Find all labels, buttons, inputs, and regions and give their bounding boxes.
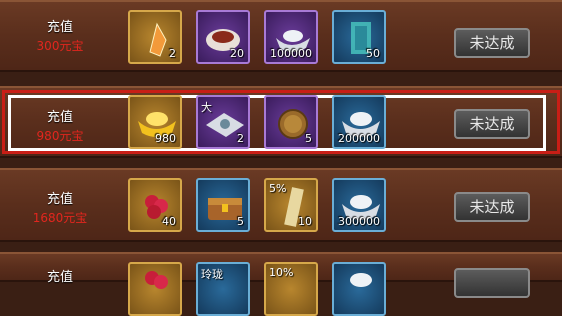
reward-item-orange-crystal[interactable]: 2 <box>128 10 182 64</box>
claim-button[interactable] <box>454 268 530 298</box>
row-label: 充值 <box>14 266 106 285</box>
item-quantity: 40 <box>162 215 176 228</box>
claim-button[interactable]: 未达成 <box>454 192 530 222</box>
recharge-amount: 1680元宝 <box>32 211 88 225</box>
row-label: 充值 980元宝 <box>14 106 106 144</box>
item-quantity: 300000 <box>338 215 380 228</box>
reward-item-bronze-coin[interactable]: 5 <box>264 95 318 149</box>
row-label: 充值 300元宝 <box>14 16 106 54</box>
reward-item-silver-ingot[interactable]: 200000 <box>332 95 386 149</box>
item-quantity: 10 <box>298 215 312 228</box>
recharge-label: 充值 <box>46 270 73 285</box>
reward-item-percent-scroll[interactable]: 10% <box>264 262 318 316</box>
item-quantity: 20 <box>230 47 244 60</box>
reward-item-jade-token[interactable]: 玲珑 <box>196 262 250 316</box>
item-grade-label: 10% <box>269 266 294 279</box>
reward-row-980: 充值 980元宝 980 大 2 5 200000 未达成 <box>0 86 562 158</box>
row-label: 充值 1680元宝 <box>14 188 106 226</box>
reward-item-jade-scroll[interactable]: 50 <box>332 10 386 64</box>
reward-row-partial: 充值 玲珑 10% <box>0 252 562 316</box>
claim-button[interactable]: 未达成 <box>454 28 530 58</box>
item-quantity: 5 <box>305 132 312 145</box>
recharge-reward-list: 充值 300元宝 2 20 100000 50 未达成 充值 980元宝 980… <box>0 0 562 316</box>
item-grade-label: 玲珑 <box>201 268 223 281</box>
claim-button[interactable]: 未达成 <box>454 109 530 139</box>
recharge-label: 充值 <box>46 20 73 35</box>
recharge-amount: 980元宝 <box>36 129 84 143</box>
reward-item-treasure-chest[interactable]: 5 <box>196 178 250 232</box>
item-grade-label: 大 <box>201 101 212 114</box>
reward-item-pearl-cloth[interactable]: 大 2 <box>196 95 250 149</box>
item-quantity: 5 <box>237 215 244 228</box>
recharge-label: 充值 <box>46 192 73 207</box>
item-quantity: 2 <box>237 132 244 145</box>
silver-ingot-icon <box>350 273 372 287</box>
reward-item-percent-scroll[interactable]: 5% 10 <box>264 178 318 232</box>
recharge-amount: 300元宝 <box>36 39 84 53</box>
reward-item-red-berries[interactable]: 40 <box>128 178 182 232</box>
recharge-label: 充值 <box>46 110 73 125</box>
reward-item-silver-ingot[interactable]: 100000 <box>264 10 318 64</box>
reward-row-300: 充值 300元宝 2 20 100000 50 未达成 <box>0 0 562 72</box>
reward-item-silver-ingot[interactable]: 300000 <box>332 178 386 232</box>
reward-item-meat-plate[interactable]: 20 <box>196 10 250 64</box>
reward-item-gold-ingot[interactable]: 980 <box>128 95 182 149</box>
reward-row-1680: 充值 1680元宝 40 5 5% 10 300000 未达成 <box>0 168 562 242</box>
reward-item-silver-ingot[interactable] <box>332 262 386 316</box>
item-quantity: 980 <box>155 132 176 145</box>
item-quantity: 50 <box>366 47 380 60</box>
reward-item-red-berries[interactable] <box>128 262 182 316</box>
item-grade-label: 5% <box>269 182 287 195</box>
item-quantity: 100000 <box>270 47 312 60</box>
red-berries-icon <box>145 271 168 289</box>
item-quantity: 2 <box>169 47 176 60</box>
item-quantity: 200000 <box>338 132 380 145</box>
